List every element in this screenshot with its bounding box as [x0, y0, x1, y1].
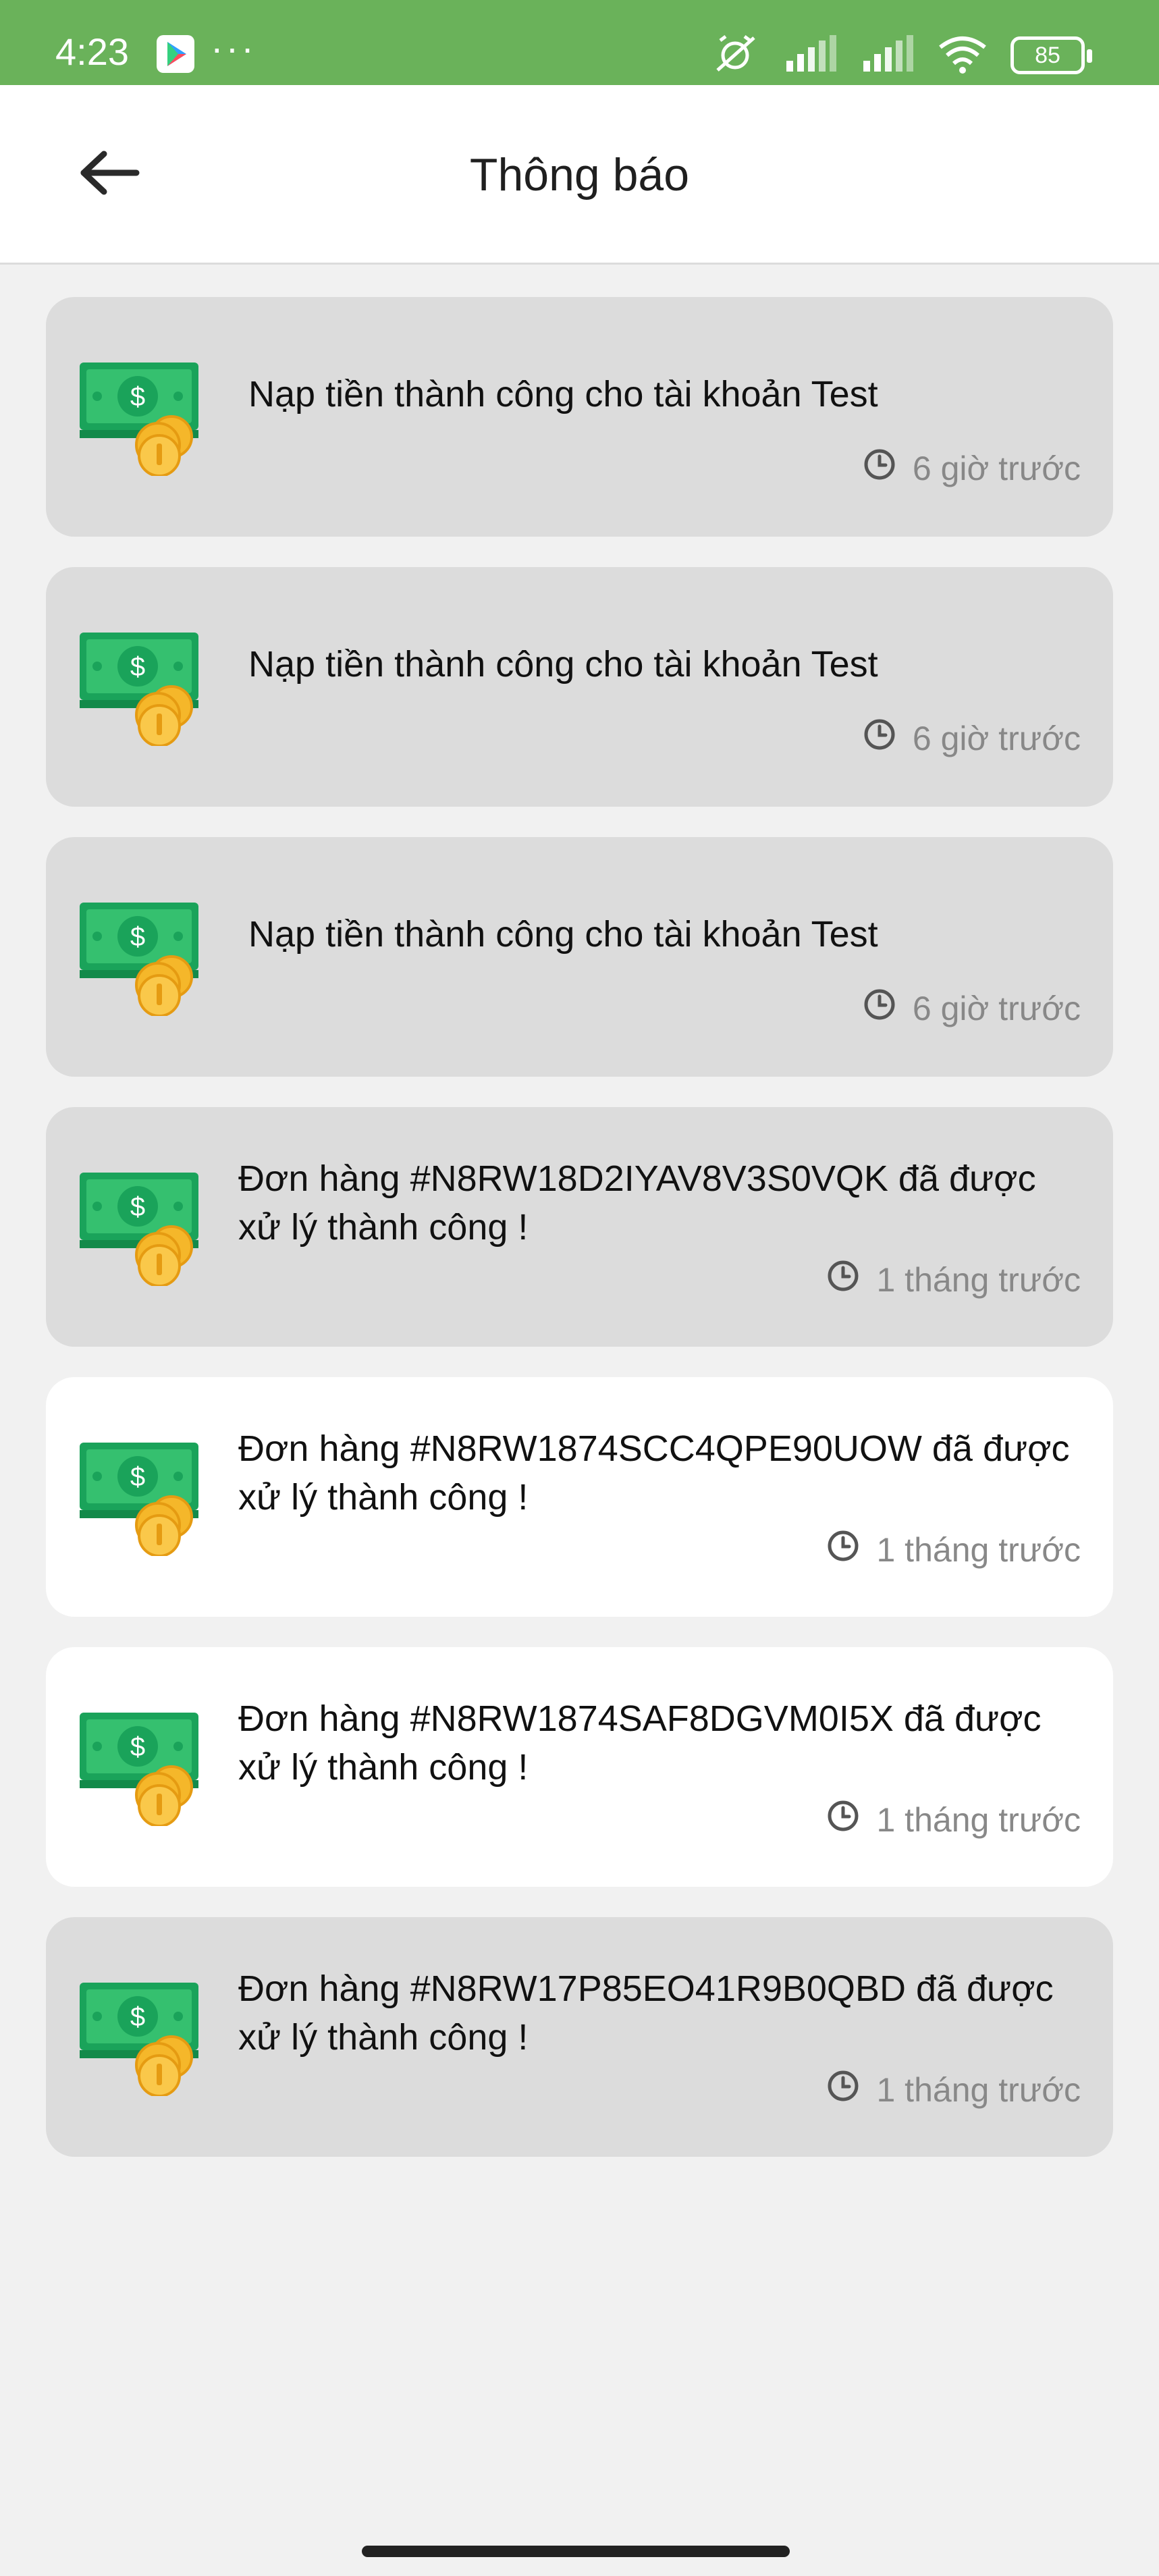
- svg-text:$: $: [130, 1462, 145, 1492]
- clock-icon: [826, 1259, 860, 1301]
- home-indicator[interactable]: [362, 2546, 790, 2557]
- notification-time: 1 tháng trước: [826, 1799, 1081, 1841]
- alarm-off-icon: [711, 34, 761, 78]
- signal-icon: [784, 34, 838, 78]
- notification-time-label: 6 giờ trước: [912, 990, 1081, 1027]
- money-icon: $: [78, 901, 200, 1017]
- money-icon: $: [78, 1711, 200, 1827]
- signal-icon-2: [861, 34, 915, 78]
- money-icon: $: [78, 361, 200, 477]
- svg-text:$: $: [130, 1732, 145, 1762]
- notification-item[interactable]: $ Đơn hàng #N8RW1874SAF8DGVM0I5X đã được…: [46, 1647, 1113, 1887]
- notification-item[interactable]: $ Đơn hàng #N8RW17P85EO41R9B0QBD đã được…: [46, 1917, 1113, 2157]
- wifi-icon: [938, 34, 988, 78]
- status-bar: 4:23 ··· 85: [0, 0, 1159, 85]
- notification-time-label: 6 giờ trước: [912, 720, 1081, 757]
- clock-icon: [826, 1529, 860, 1571]
- money-icon: $: [78, 1441, 200, 1557]
- notification-item[interactable]: $ Nạp tiền thành công cho tài khoản Test…: [46, 837, 1113, 1077]
- notification-time: 1 tháng trước: [826, 1259, 1081, 1301]
- notification-item[interactable]: $ Nạp tiền thành công cho tài khoản Test…: [46, 567, 1113, 807]
- battery-level: 85: [1035, 42, 1060, 68]
- notification-time: 1 tháng trước: [826, 1529, 1081, 1571]
- more-notifications-indicator: ···: [211, 26, 257, 69]
- money-icon: $: [78, 631, 200, 747]
- app-bar: Thông báo: [0, 85, 1159, 265]
- clock-icon: [826, 1799, 860, 1841]
- notification-text: Nạp tiền thành công cho tài khoản Test: [248, 914, 878, 955]
- svg-text:$: $: [130, 382, 145, 412]
- svg-text:$: $: [130, 652, 145, 682]
- svg-text:$: $: [130, 922, 145, 952]
- notification-item[interactable]: $ Đơn hàng #N8RW18D2IYAV8V3S0VQK đã được…: [46, 1107, 1113, 1347]
- notification-time: 6 giờ trước: [863, 448, 1081, 489]
- notification-item[interactable]: $ Đơn hàng #N8RW1874SCC4QPE90UOW đã được…: [46, 1377, 1113, 1617]
- notification-time-label: 1 tháng trước: [876, 2071, 1081, 2109]
- money-icon: $: [78, 1171, 200, 1287]
- play-store-icon: [157, 35, 194, 73]
- clock-icon: [863, 448, 896, 489]
- notification-text: Nạp tiền thành công cho tài khoản Test: [248, 374, 878, 414]
- notification-list: $ Nạp tiền thành công cho tài khoản Test…: [46, 297, 1113, 2187]
- battery-icon: 85: [1010, 36, 1092, 74]
- money-icon: $: [78, 1981, 200, 2097]
- notification-time: 6 giờ trước: [863, 988, 1081, 1029]
- clock-icon: [863, 988, 896, 1029]
- notification-text: Đơn hàng #N8RW17P85EO41R9B0QBD đã được x…: [238, 1968, 1054, 2058]
- notification-time: 6 giờ trước: [863, 718, 1081, 759]
- svg-text:$: $: [130, 2002, 145, 2032]
- notification-text: Đơn hàng #N8RW18D2IYAV8V3S0VQK đã được x…: [238, 1158, 1036, 1247]
- notification-time-label: 1 tháng trước: [876, 1261, 1081, 1299]
- notification-time-label: 6 giờ trước: [912, 450, 1081, 487]
- clock-icon: [826, 2069, 860, 2111]
- notification-text: Nạp tiền thành công cho tài khoản Test: [248, 644, 878, 685]
- notification-time: 1 tháng trước: [826, 2069, 1081, 2111]
- page-title: Thông báo: [469, 149, 690, 200]
- notification-text: Đơn hàng #N8RW1874SAF8DGVM0I5X đã được x…: [238, 1698, 1042, 1788]
- notification-text: Đơn hàng #N8RW1874SCC4QPE90UOW đã được x…: [238, 1428, 1070, 1518]
- notification-time-label: 1 tháng trước: [876, 1531, 1081, 1569]
- status-time: 4:23: [55, 30, 129, 73]
- clock-icon: [863, 718, 896, 759]
- svg-text:$: $: [130, 1192, 145, 1222]
- notification-time-label: 1 tháng trước: [876, 1801, 1081, 1839]
- notification-item[interactable]: $ Nạp tiền thành công cho tài khoản Test…: [46, 297, 1113, 537]
